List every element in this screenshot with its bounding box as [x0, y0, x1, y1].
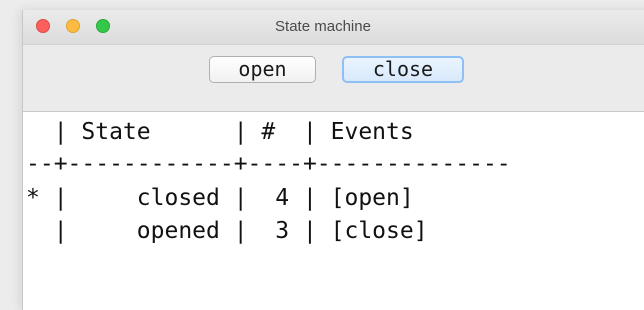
title-bar[interactable]: State machine — [23, 10, 644, 45]
app-window: State machine open close | State | # | E… — [22, 10, 644, 310]
state-table: | State | # | Events --+------------+---… — [23, 112, 644, 310]
close-button[interactable]: close — [342, 56, 464, 83]
toolbar: open close — [23, 45, 644, 112]
table-header: | State | # | Events — [26, 119, 414, 145]
window-title: State machine — [275, 18, 371, 35]
table-row: * | closed | 4 | [open] — [26, 185, 414, 211]
table-separator: --+------------+----+-------------- — [26, 151, 511, 177]
table-row: | opened | 3 | [close] — [26, 218, 428, 244]
open-button[interactable]: open — [209, 56, 316, 83]
